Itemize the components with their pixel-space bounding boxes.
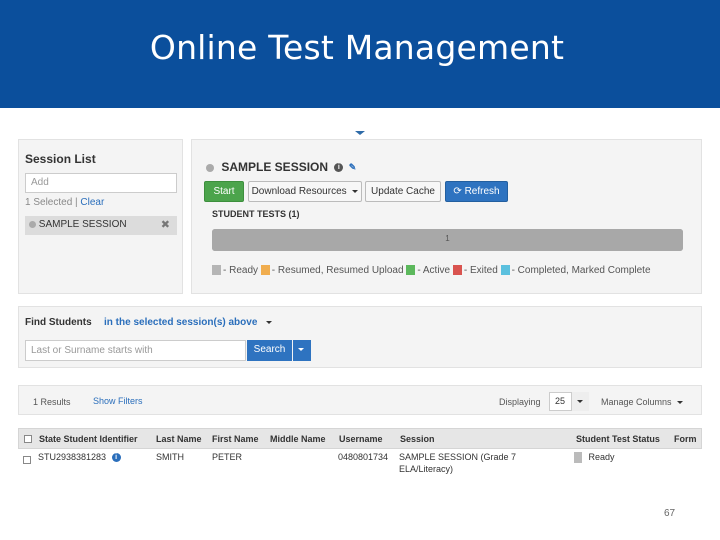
legend-label-resumed: - Resumed, Resumed Upload xyxy=(271,265,404,276)
status-dot-icon xyxy=(206,163,214,172)
add-session-input[interactable]: Add xyxy=(25,173,177,193)
chevron-down-icon xyxy=(352,189,359,193)
session-detail-panel: SAMPLE SESSION i ✎ Start Download Resour… xyxy=(191,139,702,294)
session-cell: SAMPLE SESSION (Grade 7 ELA/Literacy) xyxy=(399,452,516,474)
row-checkbox[interactable] xyxy=(23,456,31,464)
search-scope-label: in the selected session(s) above xyxy=(104,317,258,328)
legend-swatch-active xyxy=(406,265,416,276)
students-table: State Student Identifier Last Name First… xyxy=(18,428,702,483)
clear-link[interactable]: Clear xyxy=(80,197,104,208)
session-list-panel: Session List Add 1 Selected | Clear SAMP… xyxy=(18,139,183,294)
legend-swatch-ready xyxy=(212,265,221,276)
start-button[interactable]: Start xyxy=(204,181,244,202)
table-header: State Student Identifier Last Name First… xyxy=(18,428,702,449)
search-button[interactable]: Search xyxy=(247,340,292,361)
chevron-down-icon xyxy=(355,131,365,135)
refresh-label: Refresh xyxy=(464,186,500,197)
legend-swatch-completed xyxy=(500,265,510,276)
legend-swatch-exited xyxy=(452,265,462,276)
column-header[interactable]: First Name xyxy=(212,434,259,444)
legend-label-completed: - Completed, Marked Complete xyxy=(511,265,651,276)
info-icon[interactable]: i xyxy=(111,453,121,463)
status-ready-swatch xyxy=(574,452,582,464)
page-size-dropdown-button[interactable] xyxy=(571,392,589,411)
status-dot-icon xyxy=(29,220,36,228)
column-header[interactable]: Username xyxy=(339,434,383,444)
chevron-down-icon xyxy=(677,401,684,405)
manage-columns-label: Manage Columns xyxy=(601,397,672,407)
test-status-text: Ready xyxy=(588,452,615,462)
info-icon[interactable]: i xyxy=(334,163,344,173)
surname-search-input[interactable]: Last or Surname starts with xyxy=(25,340,246,361)
session-title-text: SAMPLE SESSION xyxy=(221,160,329,174)
session-list-title: Session List xyxy=(25,152,96,166)
selected-count-text: 1 Selected | xyxy=(25,197,78,208)
chevron-down-icon xyxy=(298,348,304,351)
column-header[interactable]: Middle Name xyxy=(270,434,326,444)
last-name-cell: SMITH xyxy=(156,452,184,462)
session-cell-line2: ELA/Literacy) xyxy=(399,464,454,474)
chevron-down-icon xyxy=(266,320,273,324)
refresh-button[interactable]: ⟳ Refresh xyxy=(445,181,508,202)
test-status-progress-bar: 1 xyxy=(212,229,683,251)
student-id-cell: STU2938381283 i xyxy=(38,452,121,463)
select-all-checkbox[interactable] xyxy=(24,435,32,443)
show-filters-link[interactable]: Show Filters xyxy=(93,396,143,406)
column-header[interactable]: Form xyxy=(674,434,697,444)
status-legend: - Ready - Resumed, Resumed Upload - Acti… xyxy=(212,265,651,276)
legend-label-active: - Active xyxy=(417,265,451,276)
username-cell: 0480801734 xyxy=(338,452,389,462)
manage-columns-dropdown[interactable]: Manage Columns xyxy=(601,397,684,407)
title-banner: Online Test Management xyxy=(0,0,720,108)
session-title: SAMPLE SESSION i ✎ xyxy=(206,160,356,174)
displaying-label: Displaying xyxy=(499,397,541,407)
column-header[interactable]: Last Name xyxy=(156,434,202,444)
page-number: 67 xyxy=(664,508,676,519)
search-options-button[interactable] xyxy=(293,340,311,361)
chevron-down-icon xyxy=(577,400,583,403)
student-id: STU2938381283 xyxy=(38,452,107,462)
legend-swatch-resumed xyxy=(260,265,270,276)
edit-icon[interactable]: ✎ xyxy=(349,162,357,173)
legend-label-exited: - Exited xyxy=(463,265,498,276)
selected-count: 1 Selected | Clear xyxy=(25,197,104,208)
slide-title: Online Test Management xyxy=(149,28,565,67)
remove-session-icon[interactable]: ✖ xyxy=(161,218,170,231)
results-toolbar: 1 Results Show Filters Displaying 25 Man… xyxy=(18,385,702,415)
download-resources-label: Download Resources xyxy=(251,186,347,197)
find-students-panel: Find Students in the selected session(s)… xyxy=(18,306,702,368)
test-status-cell: Ready xyxy=(574,452,615,464)
refresh-icon: ⟳ xyxy=(453,186,462,197)
session-list-item[interactable]: SAMPLE SESSION ✖ xyxy=(25,216,177,235)
first-name-cell: PETER xyxy=(212,452,243,462)
results-count: 1 Results xyxy=(33,397,71,407)
column-header[interactable]: State Student Identifier xyxy=(39,434,138,444)
column-header[interactable]: Session xyxy=(400,434,435,444)
download-resources-button[interactable]: Download Resources xyxy=(248,181,362,202)
update-cache-button[interactable]: Update Cache xyxy=(365,181,441,202)
progress-count: 1 xyxy=(445,234,450,243)
session-list-item-label: SAMPLE SESSION xyxy=(38,219,127,230)
student-tests-heading: STUDENT TESTS (1) xyxy=(212,209,300,219)
legend-label-ready: - Ready xyxy=(223,265,259,276)
find-students-title: Find Students xyxy=(25,317,92,328)
session-cell-line1: SAMPLE SESSION (Grade 7 xyxy=(399,452,517,462)
column-header[interactable]: Student Test Status xyxy=(576,434,660,444)
search-scope-dropdown[interactable]: in the selected session(s) above xyxy=(104,317,273,328)
